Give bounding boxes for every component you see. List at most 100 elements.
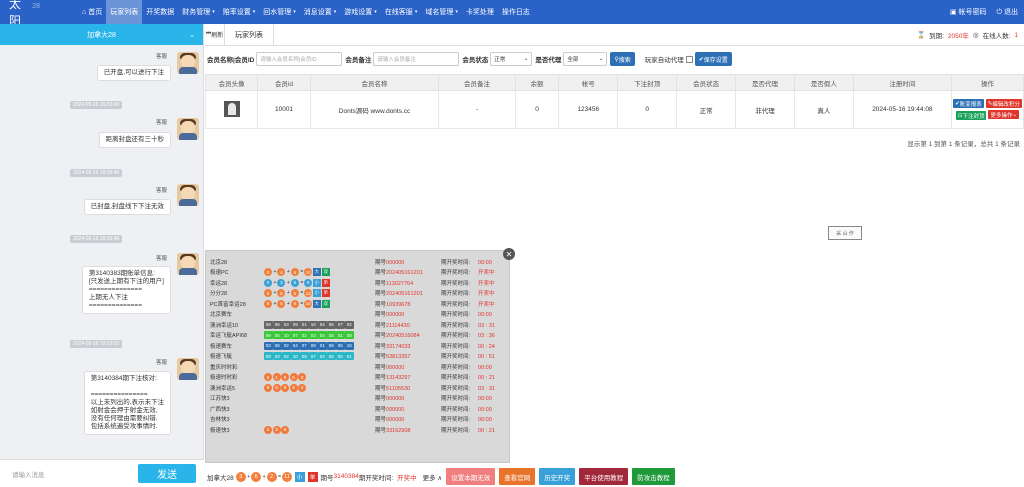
bottom-action-button[interactable]: 设置本期无效 bbox=[446, 468, 496, 485]
game-name: PC首富幸运28 bbox=[210, 301, 246, 308]
nav-item-9[interactable]: 域名管理 ▾ bbox=[421, 0, 462, 24]
nav-item-label: 玩家列表 bbox=[110, 9, 139, 16]
issue-value: 3140384 bbox=[333, 473, 359, 480]
nav-item-3[interactable]: 财务管理 ▾ bbox=[178, 0, 219, 24]
nav-item-6[interactable]: 消息设置 ▾ bbox=[300, 0, 341, 24]
bet-cap-button[interactable]: ⊡ 下注封顶 bbox=[955, 111, 987, 120]
issue-value: 000000 bbox=[386, 364, 405, 371]
issue-number: 期号000000 bbox=[375, 363, 441, 371]
result-ball: 06 bbox=[273, 341, 282, 350]
operator-symbol: + bbox=[286, 290, 290, 296]
game-name: 极速时时彩 bbox=[210, 375, 238, 381]
result-ball: 6 bbox=[264, 373, 272, 381]
nav-item-5[interactable]: 回水管理 ▾ bbox=[259, 0, 300, 24]
nav-item-0[interactable]: ⌂ 首页 bbox=[78, 0, 106, 24]
nav-item-8[interactable]: 在线客服 ▾ bbox=[381, 0, 422, 24]
chat-header[interactable]: 加拿大28 ⌄ bbox=[0, 24, 203, 45]
search-button[interactable]: ⚲ 搜索 bbox=[610, 52, 635, 66]
result-ball: 03 bbox=[309, 331, 318, 339]
logout-link[interactable]: ⏻ 退出 bbox=[997, 7, 1018, 17]
chat-message-input[interactable]: 请输入消息 bbox=[12, 469, 138, 479]
result-row: 幸运飞艇API68 09 06 10 07 02 03 04 05 01 08 期号202405160… bbox=[210, 331, 495, 340]
issue-number: 期号000000 bbox=[375, 310, 441, 318]
member-search-input[interactable]: 请输入会员名称|会员ID bbox=[256, 52, 343, 66]
result-ball: 05 bbox=[327, 331, 336, 339]
more-toggle[interactable]: 更多 ∧ bbox=[423, 472, 443, 482]
result-ball: 08 bbox=[264, 352, 273, 360]
chevron-down-icon[interactable]: ⌄ bbox=[189, 31, 195, 39]
column-header[interactable]: 操作 bbox=[950, 74, 1024, 91]
bottom-action-button[interactable]: 防攻击教程 bbox=[632, 468, 675, 485]
result-row: 广西快3 期号000000 期开奖时间: 00:00 bbox=[210, 404, 492, 413]
auto-agent-checkbox[interactable] bbox=[685, 55, 693, 63]
column-header[interactable]: 是否代理 bbox=[735, 74, 795, 91]
send-button[interactable]: 发送 bbox=[138, 464, 196, 483]
result-balls: 0 +8 +5 = 13 小单 bbox=[264, 289, 375, 297]
close-icon[interactable]: ✕ bbox=[503, 248, 515, 260]
account-password-link[interactable]: ▣ 帐号密码 bbox=[950, 7, 987, 17]
result-ball: 05 bbox=[327, 320, 336, 329]
nav-item-2[interactable]: 开奖数据 bbox=[142, 0, 178, 24]
open-time: 期开奖时间: 03 : 31 bbox=[441, 321, 495, 329]
column-header[interactable]: 注册时间 bbox=[852, 74, 952, 91]
column-header[interactable]: 帐号 bbox=[558, 74, 619, 91]
filter-bar: 会员名称|会员ID 请输入会员名称|会员ID 会员备注 请输入会员备注 会员状态… bbox=[207, 52, 736, 66]
result-ball: 6 bbox=[290, 278, 299, 287]
column-header[interactable]: 余额 bbox=[514, 74, 560, 91]
more-actions-button[interactable]: 更多操作 ⌄ bbox=[988, 110, 1020, 119]
issue-label: 期号 bbox=[375, 354, 387, 360]
bottom-action-button[interactable]: 查看官网 bbox=[499, 468, 536, 485]
open-time-label: 期开奖时间: bbox=[441, 322, 471, 329]
nav-item-10[interactable]: 卡奖处理 bbox=[462, 0, 498, 24]
open-time-value: 00 : 51 bbox=[478, 354, 495, 360]
column-header[interactable]: 会员备注 bbox=[438, 74, 516, 91]
nav-item-7[interactable]: 游戏设置 ▾ bbox=[340, 0, 381, 24]
current-game-name: 加拿大28 bbox=[207, 474, 234, 482]
edit-score-button[interactable]: ✎ 编辑改积分 bbox=[985, 99, 1022, 108]
caret-down-icon: ▾ bbox=[414, 9, 418, 15]
column-header[interactable]: 是否假人 bbox=[793, 74, 854, 91]
open-time-value: 00:00 bbox=[478, 364, 492, 371]
tab-scroll-left[interactable]: ⏮ 刷新 bbox=[205, 23, 225, 46]
result-row: 澳洲幸运5 9 8 9 4 4 期号51105530 期开奖时间: 03 : 31 bbox=[210, 383, 495, 392]
save-settings-button[interactable]: ✔ 保存设置 bbox=[694, 52, 732, 66]
result-row: 极速快3 2 3 6 期号33162908 期开奖时间: 00 : 21 bbox=[210, 425, 495, 434]
result-ball: 4 bbox=[289, 383, 298, 392]
open-time-value: 00:00 bbox=[478, 312, 492, 318]
column-header[interactable]: 下注封顶 bbox=[617, 74, 678, 91]
nav-item-11[interactable]: 操作日志 bbox=[498, 0, 534, 24]
issue-value: 53813357 bbox=[386, 354, 411, 360]
note-search-input[interactable]: 请输入会员备注 bbox=[373, 52, 460, 66]
open-time-value: 03 : 31 bbox=[478, 385, 495, 392]
nav-item-label: 回水管理 bbox=[263, 9, 292, 16]
bottom-action-button[interactable]: 历史开奖 bbox=[539, 468, 576, 485]
nav-item-4[interactable]: 赔率设置 ▾ bbox=[219, 0, 260, 24]
issue-value: 33162908 bbox=[386, 427, 411, 434]
table-row[interactable]: 10001 Donts源码 www.donts.cc - 0 123456 0 … bbox=[204, 90, 1024, 129]
column-header[interactable]: 会员id bbox=[257, 74, 311, 91]
member-note-cell: - bbox=[438, 90, 516, 129]
result-tag: 双 bbox=[321, 268, 330, 276]
issue-label: 期号 bbox=[375, 301, 387, 308]
game-name: 极速快3 bbox=[210, 427, 230, 434]
open-time-value: 开奖中 bbox=[478, 301, 495, 308]
chat-title: 加拿大28 bbox=[87, 31, 116, 39]
message-bubble: 第3140383期账单信息: [只发送上期有下注的用户] ===========… bbox=[81, 266, 171, 314]
message-timestamp: 2024-05-16 19:33:46 bbox=[70, 169, 123, 177]
save-settings-label: 保存设置 bbox=[703, 57, 728, 64]
nav-item-1[interactable]: 玩家列表 bbox=[106, 0, 143, 24]
issue-label: 期号 bbox=[375, 364, 387, 371]
column-header[interactable]: 会员头像 bbox=[204, 74, 259, 91]
column-header[interactable]: 会员名称 bbox=[309, 74, 440, 91]
status-select[interactable]: 正常 ⌄ bbox=[490, 52, 533, 66]
tab-player-list[interactable]: 玩家列表 bbox=[225, 23, 274, 46]
result-tag: 单 bbox=[321, 289, 330, 297]
bill-report-button[interactable]: ✔ 账变报表 bbox=[953, 99, 984, 108]
caret-down-icon: ▾ bbox=[455, 9, 458, 15]
column-header[interactable]: 会员状态 bbox=[676, 74, 737, 91]
agent-select[interactable]: 全部 ⌄ bbox=[563, 52, 608, 66]
balance-cell: 0 bbox=[514, 90, 560, 129]
result-ball: 0 bbox=[264, 289, 272, 297]
bottom-action-button[interactable]: 平台使用教程 bbox=[579, 468, 629, 485]
result-row: 澳洲幸运10 08 06 03 09 01 10 04 05 07 02 期号21114430 期开奖时… bbox=[210, 320, 495, 329]
